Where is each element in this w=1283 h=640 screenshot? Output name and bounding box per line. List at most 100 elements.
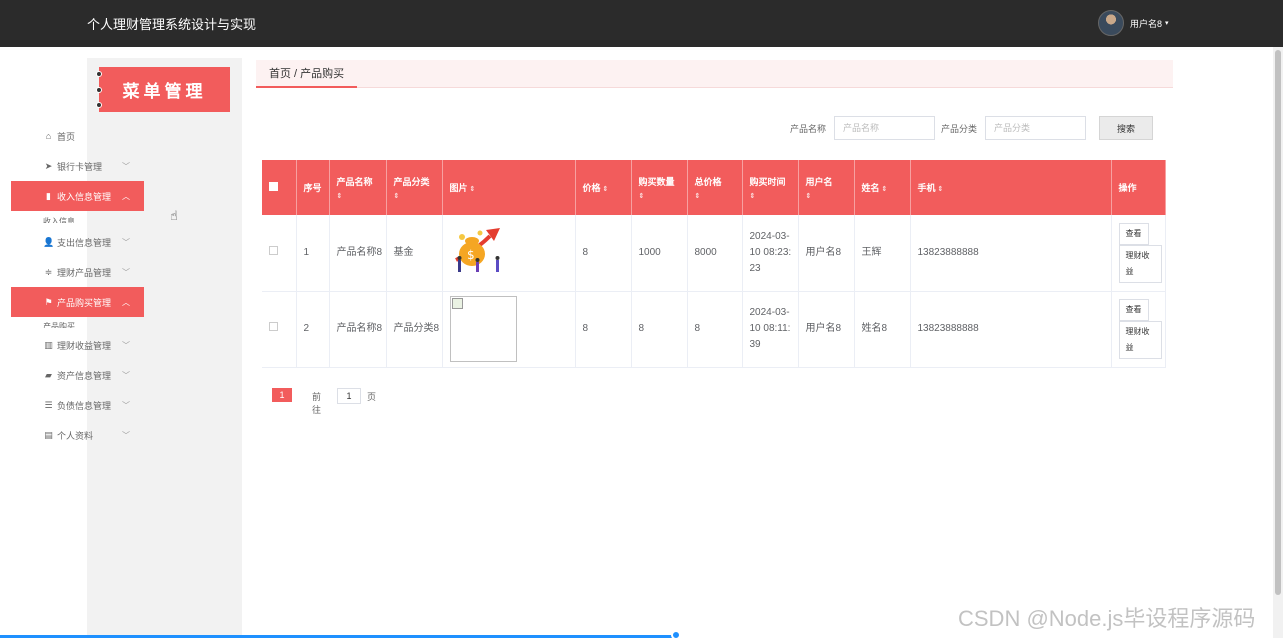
money-growth-image[interactable]: $	[450, 224, 512, 276]
table-header-row: 序号 产品名称 ⇕ 产品分类 ⇕ 图片 ⇕ 价格 ⇕ 购买数量 ⇕ 总价格 ⇕ 购买时间 ⇕ …	[262, 160, 1166, 215]
sort-icon[interactable]: ⇕	[394, 192, 442, 200]
col-realname[interactable]: 姓名 ⇕	[854, 160, 911, 215]
row-checkbox[interactable]	[269, 245, 278, 255]
cell-total: 8000	[687, 215, 743, 292]
video-progress-knob[interactable]	[671, 630, 681, 640]
sort-icon[interactable]: ⇕	[695, 192, 742, 200]
sort-icon[interactable]: ⇕	[603, 186, 609, 193]
col-price[interactable]: 价格 ⇕	[575, 160, 632, 215]
user-avatar[interactable]	[1098, 10, 1124, 36]
sort-icon[interactable]: ⇕	[882, 186, 888, 193]
sidebar-item-earnings[interactable]: ▥ 理财收益管理 ﹀	[11, 330, 144, 360]
product-category-label: 产品分类	[941, 124, 978, 134]
sort-icon[interactable]: ⇕	[806, 192, 854, 200]
search-form: 产品名称 产品分类 搜索	[0, 116, 1283, 140]
sidebar-item-products[interactable]: ≑ 理财产品管理 ﹀	[11, 257, 144, 287]
cell-realname: 王辉	[854, 215, 911, 292]
view-button[interactable]: 查看	[1118, 222, 1149, 245]
chevron-down-icon: ﹀	[122, 267, 130, 277]
breadcrumb[interactable]: 首页 / 产品购买	[256, 60, 358, 88]
chevron-up-icon: ︿	[122, 191, 130, 201]
col-product-category[interactable]: 产品分类 ⇕	[386, 160, 443, 215]
col-username[interactable]: 用户名 ⇕	[798, 160, 855, 215]
cell-image: $	[442, 215, 576, 292]
table-row: 2 产品名称8 产品分类8 8 8 8 2024-03-10 08:11:39 …	[262, 291, 1166, 368]
cell-time: 2024-03-10 08:23:23	[742, 215, 799, 292]
username-label[interactable]: 用户名8	[1130, 17, 1162, 30]
clipboard-icon: ▮	[46, 190, 51, 201]
search-button[interactable]: 搜索	[1099, 116, 1153, 140]
sidebar-item-label: 收入信息管理	[57, 191, 112, 202]
col-product-name[interactable]: 产品名称 ⇕	[329, 160, 387, 215]
sort-icon[interactable]: ⇕	[470, 186, 476, 193]
col-total[interactable]: 总价格 ⇕	[687, 160, 743, 215]
sidebar-item-income[interactable]: ▮ 收入信息管理 ︿	[11, 181, 144, 211]
cell-price: 8	[575, 291, 632, 368]
send-icon: ➤	[44, 160, 53, 171]
caret-down-icon[interactable]: ▾	[1165, 19, 1169, 27]
cell-username: 用户名8	[798, 215, 855, 292]
row-checkbox[interactable]	[269, 322, 278, 331]
product-category-input[interactable]	[985, 116, 1086, 140]
sidebar-item-label: 资产信息管理	[57, 370, 112, 381]
sliders-icon: ≑	[44, 266, 53, 277]
chevron-down-icon: ﹀	[122, 400, 130, 410]
svg-text:$: $	[467, 248, 475, 262]
user-icon: 👤	[43, 236, 55, 247]
earnings-button[interactable]: 理财收益	[1118, 321, 1162, 359]
chevron-down-icon: ﹀	[122, 430, 130, 440]
chevron-down-icon: ﹀	[122, 161, 130, 171]
sidebar-item-expense[interactable]: 👤 支出信息管理 ﹀	[11, 227, 144, 257]
mouse-cursor-icon: ☝	[170, 208, 178, 223]
sidebar-item-bank-card[interactable]: ➤ 银行卡管理 ﹀	[11, 151, 144, 181]
select-all-checkbox[interactable]	[269, 182, 278, 191]
user-menu[interactable]: 用户名8 ▾	[1098, 10, 1169, 36]
cell-index: 2	[296, 291, 330, 368]
sidebar-item-liabilities[interactable]: ☰ 负债信息管理 ﹀	[11, 390, 144, 420]
sidebar-item-label: 理财收益管理	[57, 340, 112, 351]
product-name-input[interactable]	[834, 116, 935, 140]
sidebar-item-label: 产品购买管理	[57, 297, 112, 308]
chevron-down-icon: ﹀	[122, 237, 130, 247]
sort-icon[interactable]: ⇕	[337, 192, 386, 200]
sidebar-item-purchase[interactable]: ⚑ 产品购买管理 ︿	[11, 287, 144, 317]
cell-price: 8	[575, 215, 632, 292]
building-icon: ▰	[45, 369, 52, 380]
cell-quantity: 1000	[631, 215, 688, 292]
banner-rings	[96, 71, 102, 108]
page-number-current[interactable]: 1	[272, 388, 292, 402]
view-button[interactable]: 查看	[1118, 299, 1149, 321]
cell-index: 1	[296, 215, 330, 292]
col-quantity[interactable]: 购买数量 ⇕	[631, 160, 688, 215]
purchase-table: 序号 产品名称 ⇕ 产品分类 ⇕ 图片 ⇕ 价格 ⇕ 购买数量 ⇕ 总价格 ⇕ 购买时间 ⇕ …	[262, 160, 1166, 368]
col-phone[interactable]: 手机 ⇕	[910, 160, 1112, 215]
list-icon: ☰	[44, 399, 53, 410]
broken-image-icon[interactable]	[449, 296, 517, 362]
product-name-label: 产品名称	[790, 124, 827, 134]
cell-quantity: 8	[631, 291, 688, 368]
cell-total: 8	[687, 291, 743, 368]
col-time[interactable]: 购买时间 ⇕	[742, 160, 799, 215]
col-index: 序号	[296, 160, 330, 215]
sort-icon[interactable]: ⇕	[938, 186, 944, 193]
goto-page-input[interactable]	[337, 388, 361, 404]
cell-product-name: 产品名称8	[329, 291, 387, 368]
sort-icon[interactable]: ⇕	[750, 192, 798, 200]
sidebar-item-assets[interactable]: ▰ 资产信息管理 ﹀	[11, 360, 144, 390]
earnings-button[interactable]: 理财收益	[1118, 244, 1162, 283]
sidebar-item-profile[interactable]: ▤ 个人资料 ﹀	[11, 420, 144, 450]
sidebar-item-label: 理财产品管理	[57, 267, 112, 278]
submenu-peek-purchase[interactable]: 产品购买	[43, 322, 75, 328]
submenu-peek-income[interactable]: 收入信息	[43, 217, 75, 223]
sort-icon[interactable]: ⇕	[639, 192, 687, 200]
cell-operations: 查看理财收益	[1111, 291, 1166, 368]
col-image[interactable]: 图片 ⇕	[442, 160, 576, 215]
sidebar-item-label: 个人资料	[57, 430, 94, 441]
chevron-up-icon: ︿	[122, 297, 130, 307]
cell-phone: 13823888888	[910, 215, 1112, 292]
select-all-header	[262, 160, 297, 215]
cell-phone: 13823888888	[910, 291, 1112, 368]
cell-product-name: 产品名称8	[329, 215, 387, 292]
goto-suffix: 页	[367, 392, 377, 402]
chevron-down-icon: ﹀	[122, 340, 130, 350]
